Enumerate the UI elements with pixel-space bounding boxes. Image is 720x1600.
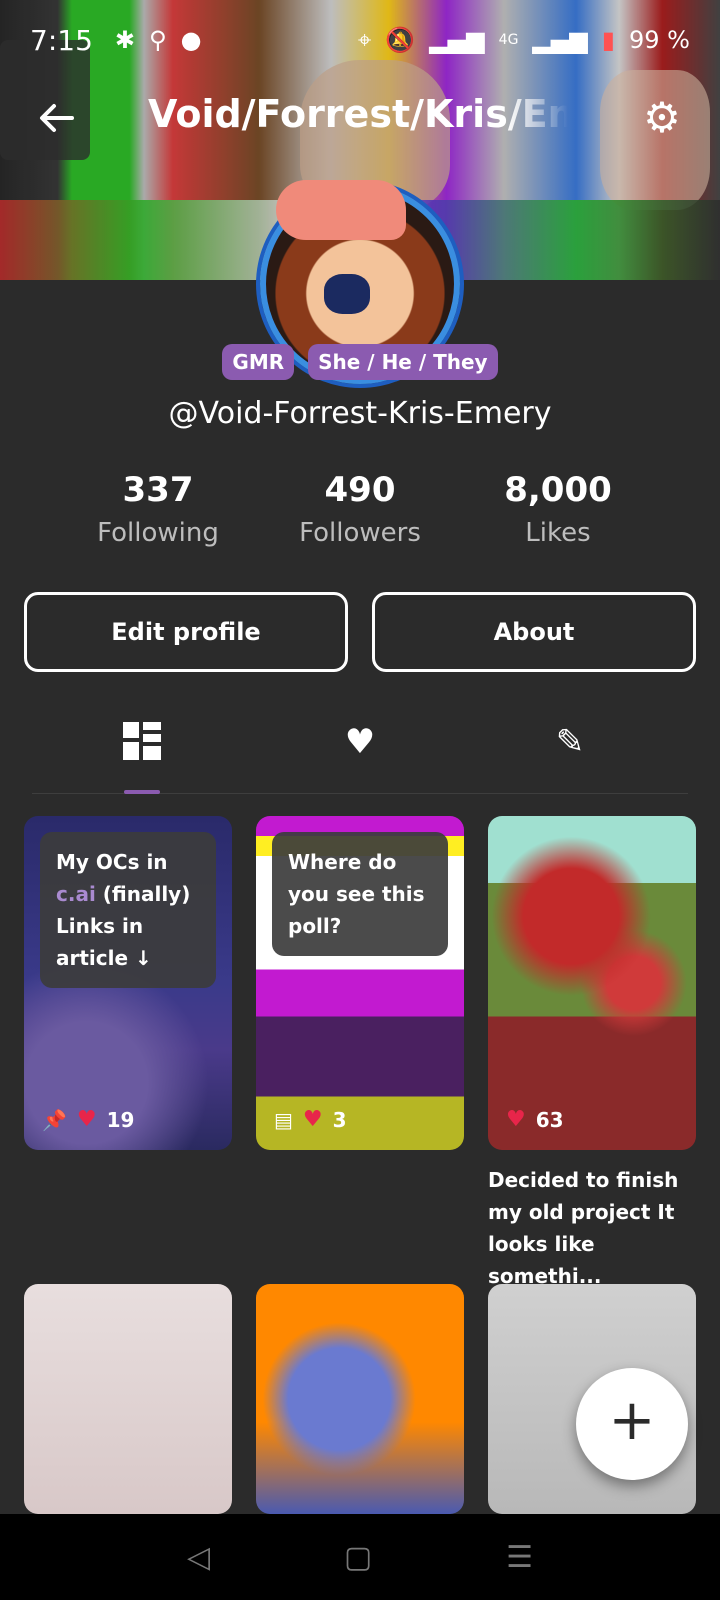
status-time: 7:15 bbox=[30, 23, 93, 57]
cell-signal-icon: ▂▄▆ bbox=[429, 26, 485, 54]
heart-icon: ♥ bbox=[302, 1107, 323, 1132]
signal-icon: ✱ bbox=[114, 26, 135, 54]
battery-percent: 99 % bbox=[629, 26, 690, 54]
like-count: 63 bbox=[535, 1107, 564, 1132]
pin-icon: 📌 bbox=[42, 1107, 67, 1132]
system-nav-bar: ◁ ▢ ☰ bbox=[0, 1514, 720, 1600]
like-count: 3 bbox=[332, 1107, 347, 1132]
post-title: Where do you see this poll? bbox=[272, 832, 448, 956]
link-text[interactable]: c.ai bbox=[56, 882, 96, 906]
poll-icon: ▤ bbox=[274, 1107, 293, 1132]
tab-posts[interactable] bbox=[112, 722, 172, 762]
stat-value: 490 bbox=[324, 470, 396, 510]
menu-nav-icon[interactable]: ☰ bbox=[506, 1540, 533, 1575]
post-card[interactable]: ♥ 63 bbox=[488, 816, 696, 1150]
post-card[interactable]: Where do you see this poll? ▤ ♥ 3 bbox=[256, 816, 464, 1150]
role-badge: GMR bbox=[222, 344, 295, 380]
username: @Void-Forrest-Kris-Emery bbox=[168, 396, 552, 431]
home-nav-icon[interactable]: ▢ bbox=[344, 1540, 372, 1575]
pencil-icon: ✎ bbox=[555, 722, 585, 762]
post-card[interactable] bbox=[24, 1284, 232, 1514]
stat-label: Following bbox=[97, 518, 219, 548]
app-icon: ● bbox=[180, 26, 202, 54]
profile-badges: GMR She / He / They bbox=[0, 344, 720, 380]
stat-label: Followers bbox=[299, 518, 421, 548]
map-pin-icon: ⚲ bbox=[149, 26, 167, 54]
tab-likes[interactable]: ♥ bbox=[330, 722, 390, 762]
back-nav-icon[interactable]: ◁ bbox=[187, 1540, 210, 1575]
profile-tabs: ♥ ✎ bbox=[32, 704, 688, 794]
location-icon: ⌖ bbox=[357, 26, 372, 54]
heart-icon: ♥ bbox=[344, 722, 376, 762]
grid-icon bbox=[123, 722, 161, 760]
edit-profile-button[interactable]: Edit profile bbox=[24, 592, 348, 672]
stat-followers[interactable]: 490 Followers bbox=[270, 470, 450, 548]
about-button[interactable]: About bbox=[372, 592, 696, 672]
pronouns-badge: She / He / They bbox=[308, 344, 498, 380]
stat-value: 337 bbox=[122, 470, 194, 510]
like-count: 19 bbox=[106, 1107, 135, 1132]
heart-icon: ♥ bbox=[76, 1107, 97, 1132]
post-card[interactable] bbox=[256, 1284, 464, 1514]
cell-signal-icon-2: ▂▄▆ bbox=[532, 26, 588, 54]
active-tab-indicator bbox=[124, 790, 160, 794]
stat-label: Likes bbox=[525, 518, 591, 548]
post-title: My OCs in c.ai (finally) Links in articl… bbox=[40, 832, 216, 988]
stat-value: 8,000 bbox=[504, 470, 612, 510]
mute-icon: 🔕 bbox=[385, 26, 416, 54]
top-bar: Void/Forrest/Kris/Eme ⚙ bbox=[0, 90, 720, 150]
tab-drafts[interactable]: ✎ bbox=[540, 722, 600, 762]
battery-icon: ▮ bbox=[601, 26, 616, 54]
post-card[interactable]: My OCs in c.ai (finally) Links in articl… bbox=[24, 816, 232, 1150]
create-post-button[interactable]: + bbox=[576, 1368, 688, 1480]
post-caption: Decided to finish my old project It look… bbox=[488, 1168, 679, 1288]
gear-icon[interactable]: ⚙ bbox=[638, 94, 686, 142]
arrow-left-icon[interactable] bbox=[36, 98, 76, 138]
network-type: 4G bbox=[498, 32, 519, 48]
page-title: Void/Forrest/Kris/Eme bbox=[148, 92, 568, 136]
stat-likes: 8,000 Likes bbox=[468, 470, 648, 548]
heart-icon: ♥ bbox=[506, 1107, 526, 1132]
status-bar: 7:15 ✱ ⚲ ● ⌖ 🔕 ▂▄▆ 4G ▂▄▆ ▮ 99 % bbox=[0, 0, 720, 80]
stat-following[interactable]: 337 Following bbox=[68, 470, 248, 548]
